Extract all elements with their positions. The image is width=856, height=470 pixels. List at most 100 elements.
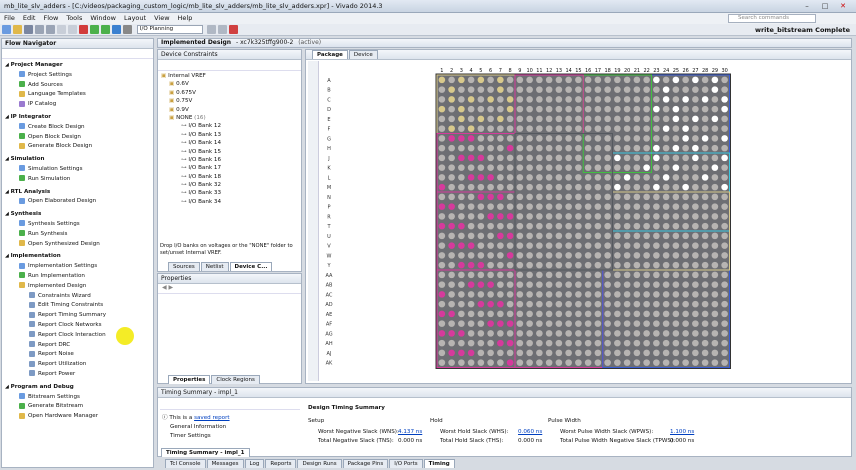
nav-item[interactable]: Generate Bitstream bbox=[5, 402, 153, 412]
nav-subitem[interactable]: Report Utilization bbox=[5, 360, 153, 370]
menu-file[interactable]: File bbox=[0, 13, 19, 23]
io-bank-item[interactable]: ⊶ I/O Bank 14 bbox=[161, 139, 301, 147]
tab-timing[interactable]: Timing bbox=[423, 459, 455, 468]
io-bank-item[interactable]: ⊶ I/O Bank 16 bbox=[161, 156, 301, 164]
nav-item[interactable]: Project Settings bbox=[5, 71, 153, 81]
io-bank-item[interactable]: ⊶ I/O Bank 17 bbox=[161, 164, 301, 172]
nav-item[interactable]: Generate Block Design bbox=[5, 142, 153, 152]
section-header[interactable]: ◢ Synthesis bbox=[5, 210, 153, 220]
saved-report-link[interactable]: saved report bbox=[194, 415, 230, 421]
redo-icon[interactable] bbox=[46, 25, 55, 34]
nav-subitem[interactable]: Report Noise bbox=[5, 350, 153, 360]
timing-tree-timer[interactable]: Timer Settings bbox=[170, 433, 211, 439]
nav-subitem[interactable]: Edit Timing Constraints bbox=[5, 301, 153, 311]
menu-edit[interactable]: Edit bbox=[19, 13, 40, 23]
nav-item[interactable]: Simulation Settings bbox=[5, 165, 153, 175]
wns-value[interactable]: 4.137 ns bbox=[398, 429, 422, 435]
close-button[interactable]: ✕ bbox=[836, 1, 850, 11]
minimize-button[interactable]: – bbox=[800, 1, 814, 11]
io-bank-item[interactable]: ⊶ I/O Bank 13 bbox=[161, 131, 301, 139]
package-pin bbox=[565, 310, 572, 318]
section-header[interactable]: ◢ Simulation bbox=[5, 155, 153, 165]
run-step-icon[interactable] bbox=[101, 25, 110, 34]
io-bank-item[interactable]: ⊶ I/O Bank 33 bbox=[161, 189, 301, 197]
menu-flow[interactable]: Flow bbox=[39, 13, 62, 23]
nav-item[interactable]: IP Catalog bbox=[5, 100, 153, 110]
nav-item[interactable]: Implemented Design bbox=[5, 282, 153, 292]
tab-design-runs[interactable]: Design Runs bbox=[297, 459, 342, 468]
section-header[interactable]: ◢ Program and Debug bbox=[5, 383, 153, 393]
tab-properties[interactable]: Properties bbox=[168, 375, 211, 384]
undo-icon[interactable] bbox=[35, 25, 44, 34]
tab-timing-summary[interactable]: Timing Summary - impl_1 bbox=[161, 448, 250, 457]
wpws-value[interactable]: 1.100 ns bbox=[670, 429, 694, 435]
program-icon[interactable] bbox=[112, 25, 121, 34]
whs-value[interactable]: 0.060 ns bbox=[518, 429, 542, 435]
package-pin bbox=[614, 359, 621, 366]
nav-item[interactable]: Open Block Design bbox=[5, 133, 153, 143]
io-bank-item[interactable]: ⊶ I/O Bank 34 bbox=[161, 198, 301, 206]
tab-device-constraints[interactable]: Device C... bbox=[229, 262, 273, 271]
vref-folder[interactable]: ▣ 0.9V bbox=[161, 106, 301, 114]
nav-item[interactable]: Synthesis Settings bbox=[5, 220, 153, 230]
package-pin-map[interactable]: 1 2 3 4 5 6 7 8 9 10 11 12 13 14 15 16 17 18 19 20 21 22 23 24 2… bbox=[305, 58, 735, 370]
save-icon[interactable] bbox=[24, 25, 33, 34]
tab-tcl-console[interactable]: Tcl Console bbox=[165, 459, 206, 468]
open-icon[interactable] bbox=[13, 25, 22, 34]
nav-item[interactable]: Implementation Settings bbox=[5, 262, 153, 272]
vref-root[interactable]: ▣ Internal VREF bbox=[161, 72, 301, 80]
vref-folder[interactable]: ▣ 0.675V bbox=[161, 89, 301, 97]
nav-item[interactable]: Run Simulation bbox=[5, 175, 153, 185]
tab-log[interactable]: Log bbox=[244, 459, 265, 468]
menu-tools[interactable]: Tools bbox=[62, 13, 86, 23]
tab-clock-regions[interactable]: Clock Regions bbox=[211, 375, 260, 384]
stop-icon[interactable] bbox=[228, 25, 238, 34]
tab-io-ports[interactable]: I/O Ports bbox=[389, 459, 423, 468]
copy-icon[interactable] bbox=[57, 25, 66, 34]
search-input[interactable]: Search commands bbox=[728, 14, 816, 23]
timing-tree-general[interactable]: General Information bbox=[170, 424, 226, 430]
tab-messages[interactable]: Messages bbox=[206, 459, 244, 468]
nav-item[interactable]: Open Synthesized Design bbox=[5, 240, 153, 250]
section-header[interactable]: ◢ RTL Analysis bbox=[5, 188, 153, 198]
tab-netlist[interactable]: Netlist bbox=[200, 262, 229, 271]
nav-subitem[interactable]: Report Power bbox=[5, 370, 153, 380]
io-bank-item[interactable]: ⊶ I/O Bank 12 bbox=[161, 122, 301, 130]
menu-help[interactable]: Help bbox=[174, 13, 197, 23]
tool-icon[interactable] bbox=[206, 25, 216, 34]
menu-layout[interactable]: Layout bbox=[120, 13, 150, 23]
nav-item[interactable]: Run Implementation bbox=[5, 272, 153, 282]
nav-item[interactable]: Add Sources bbox=[5, 81, 153, 91]
nav-item[interactable]: Language Templates bbox=[5, 90, 153, 100]
nav-item[interactable]: Bitstream Settings bbox=[5, 393, 153, 403]
vref-folder[interactable]: ▣ 0.6V bbox=[161, 80, 301, 88]
tab-reports[interactable]: Reports bbox=[265, 459, 297, 468]
tool-icon[interactable] bbox=[217, 25, 227, 34]
new-project-icon[interactable] bbox=[2, 25, 11, 34]
nav-item[interactable]: Create Block Design bbox=[5, 123, 153, 133]
vref-none-folder[interactable]: ▣ NONE (16) bbox=[161, 114, 301, 122]
menu-view[interactable]: View bbox=[150, 13, 173, 23]
section-header[interactable]: ◢ Implementation bbox=[5, 252, 153, 262]
io-bank-item[interactable]: ⊶ I/O Bank 18 bbox=[161, 173, 301, 181]
layout-select[interactable]: I/O Planning bbox=[136, 25, 203, 34]
nav-item[interactable]: Run Synthesis bbox=[5, 230, 153, 240]
delete-icon[interactable] bbox=[79, 25, 88, 34]
menu-window[interactable]: Window bbox=[86, 13, 120, 23]
section-header[interactable]: ◢ IP Integrator bbox=[5, 113, 153, 123]
nav-item[interactable]: Open Hardware Manager bbox=[5, 412, 153, 422]
tab-package-pins[interactable]: Package Pins bbox=[342, 459, 389, 468]
nav-item[interactable]: Open Elaborated Design bbox=[5, 197, 153, 207]
tab-sources[interactable]: Sources bbox=[168, 262, 200, 271]
paste-icon[interactable] bbox=[68, 25, 77, 34]
io-bank-item[interactable]: ⊶ I/O Bank 32 bbox=[161, 181, 301, 189]
run-icon[interactable] bbox=[90, 25, 99, 34]
vref-folder[interactable]: ▣ 0.75V bbox=[161, 97, 301, 105]
io-bank-item[interactable]: ⊶ I/O Bank 15 bbox=[161, 148, 301, 156]
settings-icon[interactable] bbox=[123, 25, 132, 34]
nav-subitem[interactable]: Constraints Wizard bbox=[5, 292, 153, 302]
package-pin bbox=[701, 281, 709, 288]
nav-subitem[interactable]: Report Timing Summary bbox=[5, 311, 153, 321]
section-header[interactable]: ◢ Project Manager bbox=[5, 61, 153, 71]
maximize-button[interactable]: □ bbox=[818, 1, 832, 11]
